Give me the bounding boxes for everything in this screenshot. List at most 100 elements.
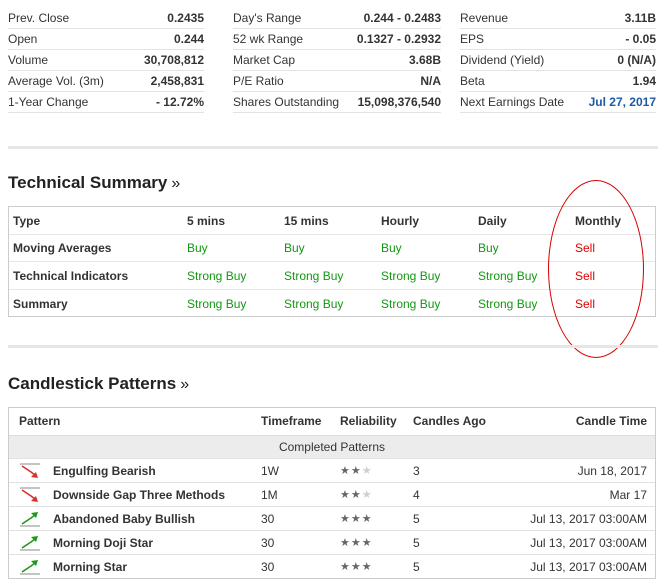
completed-patterns-subheader: Completed Patterns: [9, 435, 655, 459]
overview-label: EPS: [460, 32, 485, 46]
pattern-name[interactable]: Morning Doji Star: [53, 531, 153, 555]
overview-column-2: Day's Range 0.244 - 0.2483 52 wk Range 0.1…: [233, 8, 441, 113]
star-empty-icon: ★: [361, 465, 373, 477]
candlestick-patterns-title[interactable]: Candlestick Patterns: [8, 374, 176, 393]
overview-row: EPS - 0.05: [460, 29, 656, 50]
row-type-label: Technical Indicators: [13, 269, 129, 283]
timeframe-cell: 30: [261, 536, 275, 550]
column-header-type: Type: [13, 214, 41, 228]
column-header-15min[interactable]: 15 mins: [284, 207, 329, 235]
signal-cell: Strong Buy: [284, 269, 344, 283]
star-empty-icon: ★: [361, 489, 373, 501]
signal-cell: Buy: [187, 241, 208, 255]
overview-row: Day's Range 0.244 - 0.2483: [233, 8, 441, 29]
overview-value: 0.2435: [167, 11, 204, 25]
overview-row: 52 wk Range 0.1327 - 0.2932: [233, 29, 441, 50]
candle-time-cell: Jul 13, 2017 03:00AM: [530, 560, 647, 574]
overview-value: 0.244 - 0.2483: [363, 11, 441, 25]
overview-row: P/E Ratio N/A: [233, 71, 441, 92]
timeframe-cell: 1M: [261, 488, 278, 502]
overview-value: - 0.05: [625, 32, 656, 46]
more-chevron-icon[interactable]: »: [171, 175, 180, 192]
star-filled-icon: ★★: [340, 465, 362, 477]
overview-row: Open 0.244: [8, 29, 204, 50]
signal-cell: Strong Buy: [284, 297, 344, 311]
overview-label: Revenue: [460, 11, 509, 25]
signal-cell: Strong Buy: [478, 297, 538, 311]
pattern-name[interactable]: Downside Gap Three Methods: [53, 483, 225, 507]
overview-row: Prev. Close 0.2435: [8, 8, 204, 29]
row-type-label: Moving Averages: [13, 241, 112, 255]
candles-ago-cell: 5: [413, 512, 420, 526]
column-header-candles-ago: Candles Ago: [413, 414, 486, 428]
signal-cell: Strong Buy: [187, 269, 247, 283]
reliability-stars: ★★★: [340, 531, 373, 555]
table-row: Morning Doji Star 30 ★★★ 5 Jul 13, 2017 …: [9, 530, 655, 554]
next-earnings-date-link[interactable]: Jul 27, 2017: [589, 92, 656, 112]
pattern-name[interactable]: Abandoned Baby Bullish: [53, 507, 195, 531]
overview-value: 2,458,831: [150, 74, 204, 88]
column-header-pattern: Pattern: [19, 414, 61, 428]
signal-cell: Buy: [381, 241, 402, 255]
overview-label: Next Earnings Date: [460, 95, 565, 109]
reliability-stars: ★★★: [340, 459, 373, 483]
pattern-name[interactable]: Engulfing Bearish: [53, 459, 156, 483]
reliability-stars: ★★★: [340, 483, 373, 507]
star-filled-icon: ★★★: [340, 561, 373, 573]
technical-summary-title[interactable]: Technical Summary: [8, 173, 167, 192]
timeframe-cell: 30: [261, 560, 275, 574]
reliability-stars: ★★★: [340, 507, 373, 531]
overview-row: Dividend (Yield) 0 (N/A): [460, 50, 656, 71]
pattern-name[interactable]: Morning Star: [53, 555, 127, 579]
overview-column-1: Prev. Close 0.2435 Open 0.244 Volume 30,708…: [8, 8, 204, 113]
more-chevron-icon[interactable]: »: [180, 376, 189, 393]
signal-cell: Strong Buy: [187, 297, 247, 311]
overview-row: Shares Outstanding 15,098,376,540: [233, 92, 441, 113]
overview-value: - 12.72%: [155, 95, 204, 109]
overview-label: 52 wk Range: [233, 32, 304, 46]
candles-ago-cell: 4: [413, 488, 420, 502]
overview-label: Average Vol. (3m): [8, 74, 104, 88]
candles-ago-cell: 5: [413, 536, 420, 550]
technical-summary-heading[interactable]: Technical Summary»: [8, 173, 180, 193]
overview-row: Average Vol. (3m) 2,458,831: [8, 71, 204, 92]
table-row: Abandoned Baby Bullish 30 ★★★ 5 Jul 13, …: [9, 506, 655, 530]
overview-value: 0.244: [173, 32, 204, 46]
signal-cell: Strong Buy: [381, 269, 441, 283]
candle-time-cell: Jul 13, 2017 03:00AM: [530, 536, 647, 550]
candle-time-cell: Jul 13, 2017 03:00AM: [530, 512, 647, 526]
overview-value: 0.1327 - 0.2932: [356, 32, 441, 46]
overview-row: 1-Year Change - 12.72%: [8, 92, 204, 113]
star-filled-icon: ★★★: [340, 537, 373, 549]
column-header-5min[interactable]: 5 mins: [187, 207, 225, 235]
section-divider: [8, 345, 658, 348]
bullish-arrow-icon: [20, 536, 40, 551]
bearish-arrow-icon: [20, 463, 40, 478]
signal-cell: Buy: [284, 241, 305, 255]
signal-cell: Strong Buy: [381, 297, 441, 311]
section-divider: [8, 146, 658, 149]
timeframe-cell: 1W: [261, 464, 279, 478]
column-header-daily[interactable]: Daily: [478, 207, 507, 235]
star-filled-icon: ★★★: [340, 513, 373, 525]
candle-time-cell: Mar 17: [609, 488, 647, 502]
column-header-timeframe: Timeframe: [261, 414, 322, 428]
candle-time-cell: Jun 18, 2017: [577, 464, 647, 478]
column-header-reliability: Reliability: [340, 414, 397, 428]
row-type-label: Summary: [13, 297, 68, 311]
candlestick-patterns-heading[interactable]: Candlestick Patterns»: [8, 374, 189, 394]
signal-cell: Strong Buy: [478, 269, 538, 283]
column-header-candle-time: Candle Time: [575, 414, 647, 428]
overview-column-3: Revenue 3.11B EPS - 0.05 Dividend (Yield) 0…: [460, 8, 656, 113]
candles-ago-cell: 5: [413, 560, 420, 574]
overview-value: 15,098,376,540: [357, 95, 441, 109]
overview-label: Volume: [8, 53, 49, 67]
monthly-highlight-ellipse: [548, 180, 644, 358]
bullish-arrow-icon: [20, 560, 40, 575]
overview-row: Volume 30,708,812: [8, 50, 204, 71]
overview-row: Revenue 3.11B: [460, 8, 656, 29]
column-header-hourly[interactable]: Hourly: [381, 207, 419, 235]
overview-value: 0 (N/A): [617, 53, 656, 67]
overview-label: 1-Year Change: [8, 95, 89, 109]
table-header-row: Pattern Timeframe Reliability Candles Ag…: [9, 408, 655, 435]
